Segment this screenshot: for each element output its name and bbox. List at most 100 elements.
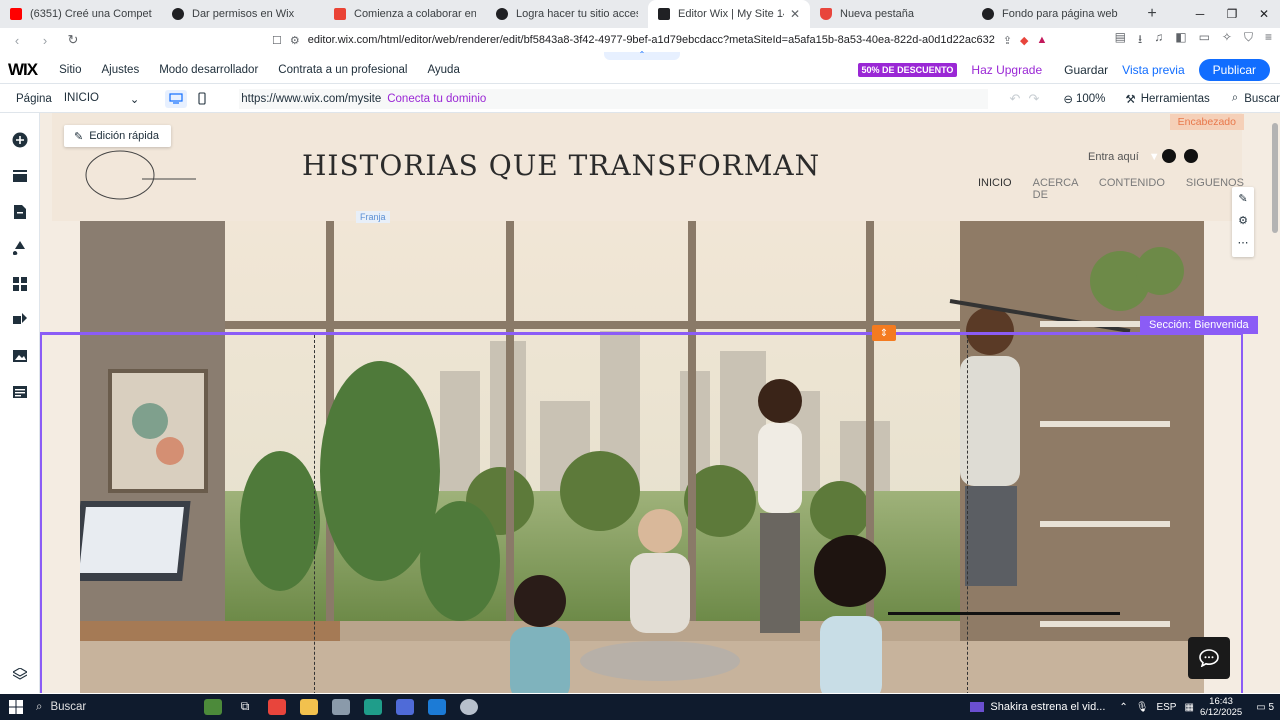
taskbar-search[interactable]: ⌕ Buscar [36,701,164,714]
menu-contrata[interactable]: Contrata a un profesional [278,64,407,76]
file-explorer-icon[interactable] [300,699,318,715]
chat-button[interactable] [1188,637,1230,679]
brave-icon[interactable] [268,699,286,715]
app-icon[interactable] [460,699,478,715]
nav-acerca-de[interactable]: ACERCA DE [1033,177,1078,201]
browser-tab[interactable]: Comienza a colaborar en My Site 14 [324,0,486,28]
publish-button[interactable]: Publicar [1198,58,1270,81]
browser-tab[interactable]: Fondo para página web [972,0,1134,28]
nav-contenido[interactable]: CONTENIDO [1099,177,1165,201]
site-header[interactable]: ✎ Edición rápida HISTORIAS QUE TRANSFORM… [52,113,1244,221]
desktop-view-button[interactable] [165,89,188,108]
network-icon[interactable]: ▦ [1184,702,1193,713]
connect-domain-link[interactable]: Conecta tu dominio [387,93,486,105]
layers-icon[interactable] [11,665,29,683]
add-elements-icon[interactable] [11,131,29,149]
microphone-icon[interactable]: 🎙 [1136,702,1149,713]
nav-inicio[interactable]: INICIO [978,177,1012,201]
browser-tab[interactable]: (6351) Creé una Competición de LUX [0,0,162,28]
back-icon[interactable]: ‹ [8,33,26,48]
menu-ayuda[interactable]: Ayuda [427,64,459,76]
hero-image[interactable] [80,221,1204,693]
apps-icon[interactable] [11,275,29,293]
windows-start-icon[interactable] [0,694,32,720]
preview-button[interactable]: Vista previa [1122,63,1184,77]
url-text[interactable]: editor.wix.com/html/editor/web/renderer/… [308,34,995,46]
mobile-view-button[interactable] [195,92,209,105]
minimize-icon[interactable]: ─ [1184,0,1216,28]
tools-button[interactable]: ⚒ Herramientas [1125,92,1209,106]
canvas-scrollbar[interactable] [1272,123,1278,233]
strip-tag[interactable]: Franja [356,211,390,223]
chevron-up-icon[interactable]: ⌃ [1119,702,1127,713]
wix-logo[interactable]: WIX [8,60,38,80]
close-tab-icon[interactable]: ✕ [790,7,800,21]
reload-icon[interactable]: ↻ [64,32,82,48]
browser-tab[interactable]: Dar permisos en Wix [162,0,324,28]
upgrade-link[interactable]: Haz Upgrade [971,63,1042,77]
tiktok-icon[interactable] [1184,149,1198,163]
news-widget[interactable]: Shakira estrena el vid... [970,701,1105,713]
page-selector[interactable]: INICIO ⌄ [64,92,140,106]
section-resize-handle[interactable]: ⇕ [872,325,896,341]
language-indicator[interactable]: ESP [1156,702,1176,713]
section-tag[interactable]: Sección: Bienvenida [1140,316,1258,334]
more-options-icon[interactable]: ⋯ [1232,231,1254,253]
menu-sitio[interactable]: Sitio [59,64,81,76]
save-button[interactable]: Guardar [1064,63,1108,77]
add-section-icon[interactable] [11,167,29,185]
share-icon[interactable]: ⇪ [1003,34,1012,47]
task-view-icon[interactable]: ⧉ [236,699,254,715]
browser-tab-active[interactable]: Editor Wix | My Site 14 ✕ [648,0,810,28]
app-icon[interactable] [396,699,414,715]
url-field[interactable]: ☐ ⚙ editor.wix.com/html/editor/web/rende… [272,29,1047,51]
undo-icon[interactable]: ↶ [1010,91,1021,107]
brave-shield-icon[interactable]: ◆ [1020,34,1028,47]
zoom-control[interactable]: ⊖ 100% [1063,92,1105,106]
settings-gear-icon[interactable]: ⚙ [1232,209,1254,231]
redo-icon[interactable]: ↷ [1028,91,1039,107]
menu-icon[interactable]: ≡ [1265,30,1272,51]
design-icon[interactable] [11,239,29,257]
restore-icon[interactable]: ❐ [1216,0,1248,28]
browser-tab[interactable]: Nueva pestaña [810,0,972,28]
site-logo[interactable] [78,149,198,205]
business-apps-icon[interactable] [11,311,29,329]
site-info-icon[interactable]: ⚙ [290,34,300,47]
discount-badge[interactable]: 50% DE DESCUENTO [857,62,958,77]
search-button[interactable]: ⌕ Buscar [1232,92,1280,105]
store-icon[interactable] [364,699,382,715]
widget-icon[interactable] [204,699,222,715]
app-icon[interactable] [332,699,350,715]
media-icon[interactable]: ♫ [1154,30,1163,51]
mail-icon[interactable] [428,699,446,715]
download-icon[interactable]: ⭳ [1138,30,1142,51]
spotify-icon[interactable] [1162,149,1176,163]
panel-icon[interactable]: ◧ [1175,30,1186,51]
close-window-icon[interactable]: ✕ [1248,0,1280,28]
media-icon[interactable] [11,347,29,365]
brave-rewards-icon[interactable]: ▲ [1037,34,1048,46]
quick-edit-button[interactable]: ✎ Edición rápida [64,125,171,147]
new-tab-button[interactable]: + [1140,0,1164,28]
sidebar-icon[interactable]: ▤ [1115,30,1126,51]
site-title[interactable]: HISTORIAS QUE TRANSFORMAN [302,149,820,182]
collapse-toolbar-button[interactable]: ⌃ [604,51,680,60]
leo-icon[interactable]: ✧ [1222,30,1232,51]
forward-icon[interactable]: › [36,33,54,48]
vpn-icon[interactable]: ⛉ [1244,30,1253,51]
login-link[interactable]: Entra aquí ▼ [1088,151,1160,163]
menu-modo-desarrollador[interactable]: Modo desarrollador [159,64,258,76]
cms-icon[interactable] [11,383,29,401]
bookmark-icon[interactable]: ☐ [272,34,282,47]
header-tag[interactable]: Encabezado [1169,114,1244,130]
element-handle-line[interactable] [888,612,1120,615]
browser-tab[interactable]: Logra hacer tu sitio accesible para to [486,0,648,28]
pages-icon[interactable] [11,203,29,221]
menu-ajustes[interactable]: Ajustes [101,64,139,76]
wallet-icon[interactable]: ▭ [1199,30,1210,51]
editor-canvas[interactable]: ✎ Edición rápida HISTORIAS QUE TRANSFORM… [40,113,1280,693]
edit-pencil-icon[interactable]: ✎ [1232,187,1254,209]
clock[interactable]: 16:43 6/12/2025 [1200,696,1242,718]
notification-button[interactable]: ▭ 5 [1256,702,1274,713]
